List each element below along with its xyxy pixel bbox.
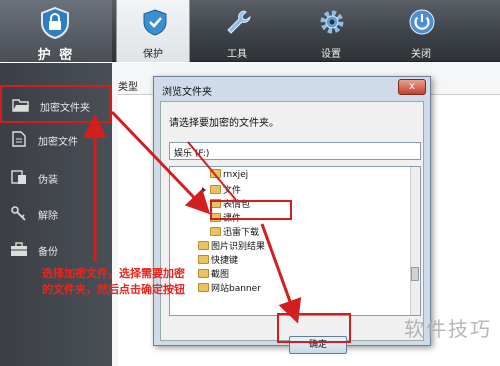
app-logo: 护 密 [0,0,112,63]
folder-icon [210,169,221,178]
tab-close-label: 关闭 [411,49,431,60]
dialog-prompt: 请选择要加密的文件夹。 [169,118,279,129]
folder-icon [210,227,221,236]
sidebar-item-label: 伪装 [38,175,58,186]
folder-icon [198,255,209,264]
tab-protect-label: 保护 [143,49,163,60]
sidebar-item-disguise[interactable]: 伪装 [0,159,112,197]
folder-icon [198,269,209,278]
tree-scrollbar[interactable] [410,167,420,315]
watermark: 软件技巧 [404,317,492,341]
sidebar-item-label: 加密文件 [38,137,78,148]
sidebar-item-label: 加密文件夹 [40,103,90,114]
tab-settings-label: 设置 [321,49,341,60]
tab-protect[interactable]: 保护 [116,0,190,62]
tab-tools-label: 工具 [227,49,247,60]
folder-path-field[interactable]: 娱乐 (F:) [169,142,421,160]
column-header-type[interactable]: 类型 [118,78,150,94]
highlight-selected-folder [210,200,292,220]
folder-icon [210,185,221,194]
lock-shield-icon [41,6,69,40]
folder-icon [198,241,209,250]
tree-item[interactable]: 快捷键 [198,253,238,266]
tab-tools[interactable]: 工具 [200,0,274,62]
disguise-icon [11,170,26,184]
tree-item[interactable]: 迅雷下载 [210,225,259,238]
tree-item[interactable]: 网站banner [198,281,261,294]
app-logo-label: 护 密 [37,48,75,63]
highlight-ok-button [277,313,351,343]
gear-icon [320,10,344,34]
sidebar-item-encrypt-file[interactable]: 加密文件 [0,121,112,159]
expand-arrow-icon[interactable] [202,187,206,193]
file-icon [12,131,26,147]
sidebar-item-encrypt-folder[interactable]: 加密文件夹 [0,85,112,123]
browse-folder-dialog: 浏览文件夹 x 请选择要加密的文件夹。 娱乐 (F:) rnxjej 文件 表情… [153,76,431,354]
toolbox-icon [11,242,27,256]
tree-item[interactable]: rnxjej [210,169,248,181]
dialog-title: 浏览文件夹 [162,87,212,98]
tree-item[interactable]: 文件 [202,183,241,196]
power-icon [409,9,435,35]
top-toolbar: 护 密 保护 工具 设置 关闭 [0,0,500,63]
tab-close[interactable]: 关闭 [384,0,458,62]
sidebar-item-backup[interactable]: 备份 [0,231,112,269]
tree-item[interactable]: 图片识别结果 [198,239,265,252]
sidebar-item-label: 解除 [38,211,58,222]
tree-item[interactable]: 截图 [198,267,229,280]
shield-icon [143,9,167,36]
folder-icon [198,283,209,292]
dialog-close-button[interactable]: x [398,79,426,95]
dialog-body: 请选择要加密的文件夹。 娱乐 (F:) rnxjej 文件 表情包 课件 迅雷下… [160,101,424,354]
scrollbar-thumb[interactable] [411,267,419,281]
instruction-annotation: 选择加密文件，选择需要加密的文件夹，然后点击确定按钮 [42,267,185,296]
sidebar-item-unlock[interactable]: 解除 [0,195,112,233]
unlock-icon [11,206,26,221]
wrench-icon [227,10,251,34]
sidebar-item-label: 备份 [38,247,58,258]
tab-settings[interactable]: 设置 [294,0,368,62]
folder-tree[interactable]: rnxjej 文件 表情包 课件 迅雷下载 图片识别结果 快捷键 截图 网站ba… [169,166,421,316]
open-folder-icon [12,99,29,112]
sidebar: 加密文件夹 加密文件 伪装 解除 备份 [0,63,112,366]
